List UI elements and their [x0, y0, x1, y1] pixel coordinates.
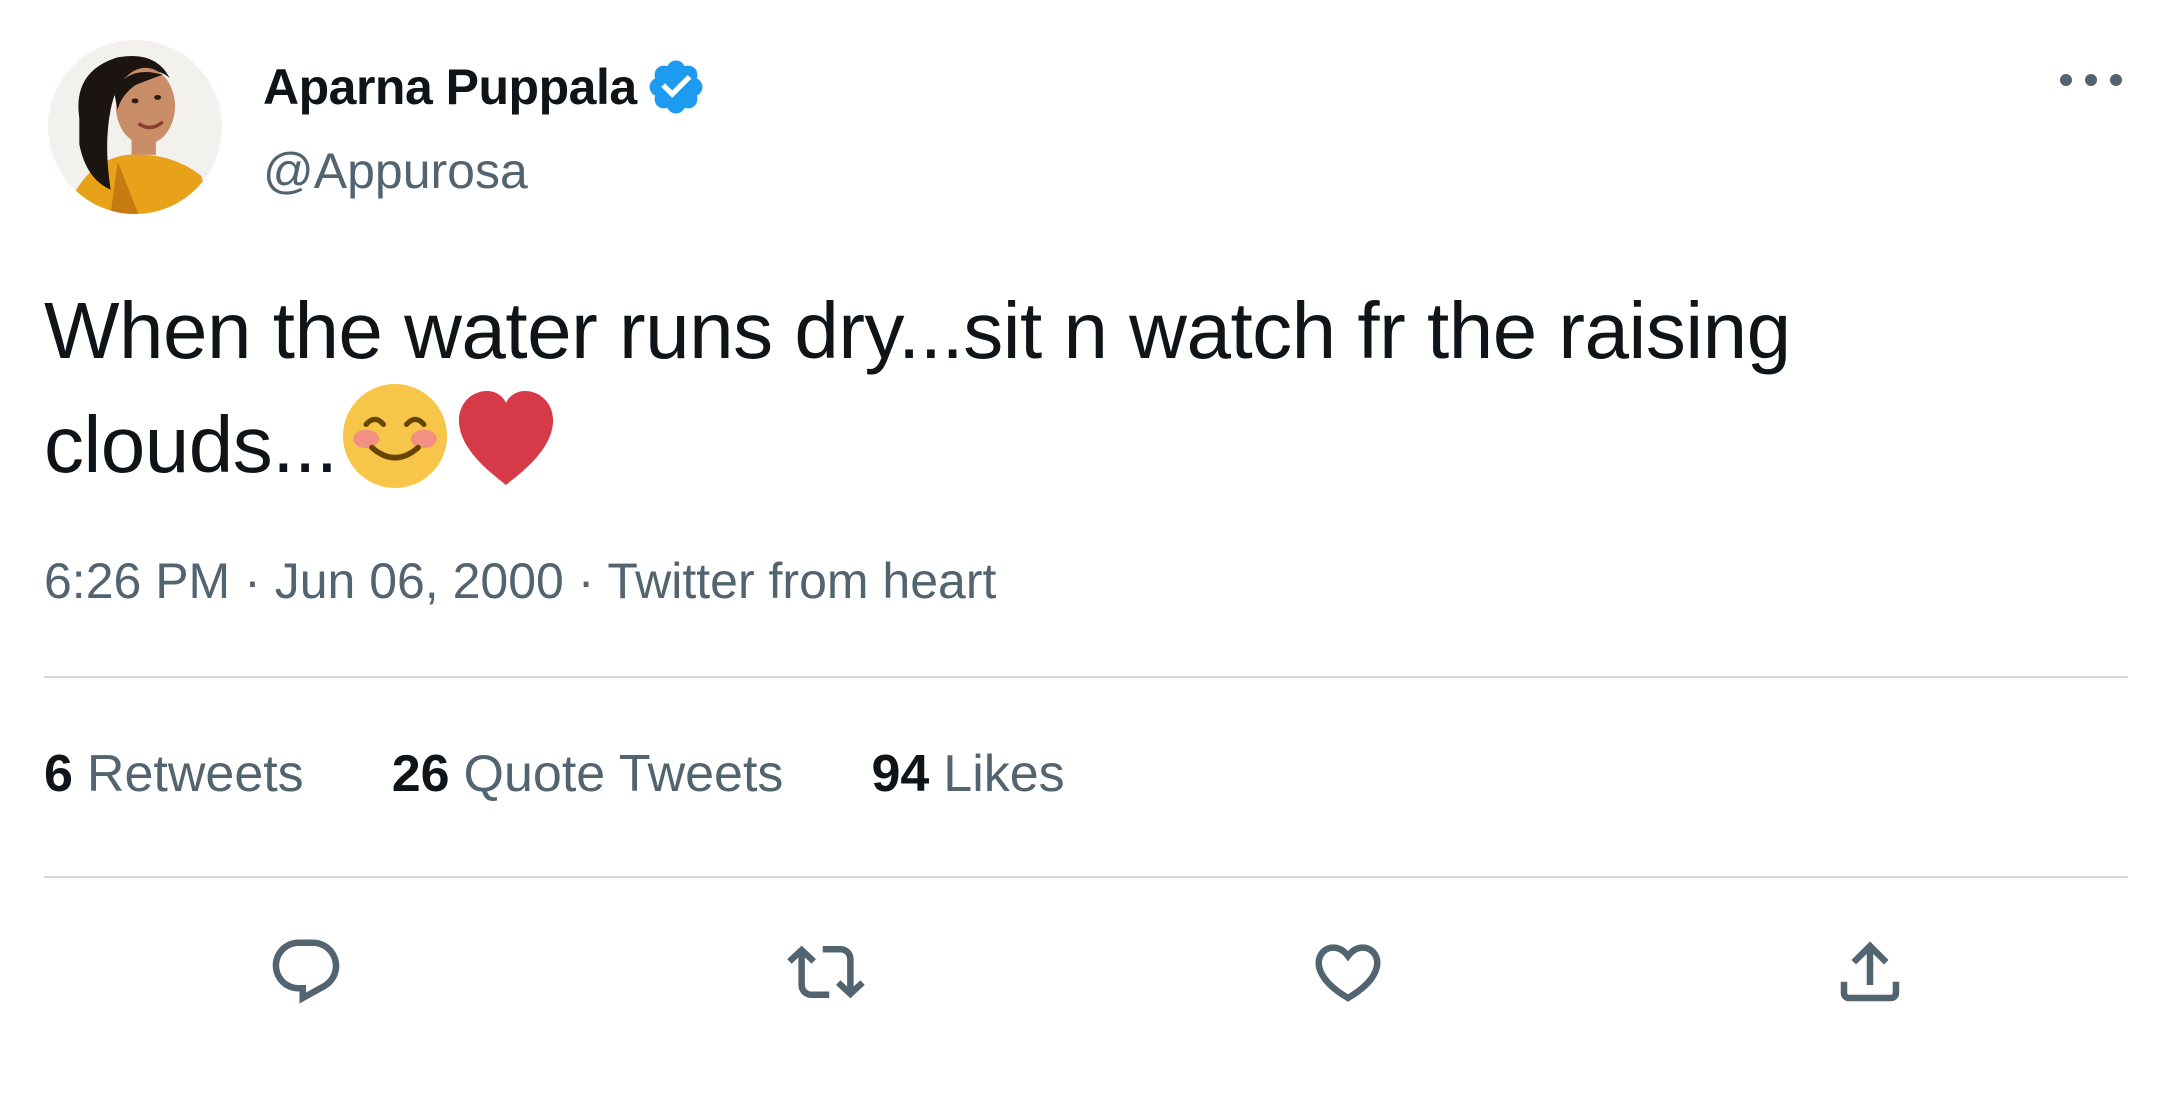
like-button[interactable]	[1308, 932, 1388, 1012]
meta-separator: ·	[577, 553, 595, 609]
retweet-icon	[787, 945, 865, 999]
smiling-face-emoji-icon	[343, 384, 448, 488]
retweet-button[interactable]	[786, 932, 866, 1012]
meta-separator: ·	[244, 553, 261, 609]
more-dot	[2110, 74, 2122, 86]
tweet-text-content: When the water runs dry...sit n watch fr…	[44, 286, 1791, 489]
author-handle[interactable]: @Appurosa	[263, 142, 528, 200]
like-icon	[1315, 944, 1381, 1002]
likes-count: 94	[871, 745, 930, 803]
engagement-stats: 6 Retweets 26 Quote Tweets 94 Likes	[44, 744, 1153, 804]
reply-button[interactable]	[266, 932, 346, 1012]
more-dot	[2085, 74, 2097, 86]
share-button[interactable]	[1830, 932, 1910, 1012]
more-options-icon[interactable]	[2060, 68, 2122, 92]
tweet-text: When the water runs dry...sit n watch fr…	[44, 278, 2084, 498]
retweets-count: 6	[44, 745, 73, 803]
tweet-date[interactable]: Jun 06, 2000	[275, 553, 564, 609]
tweet-meta: 6:26 PM · Jun 06, 2000 · Twitter from he…	[44, 552, 996, 610]
divider	[44, 676, 2128, 678]
verified-badge-icon	[649, 60, 703, 114]
reply-icon	[272, 939, 340, 1004]
action-bar	[0, 932, 2162, 1012]
avatar[interactable]	[48, 40, 222, 214]
likes-stat[interactable]: 94 Likes	[871, 744, 1064, 804]
more-dot	[2060, 74, 2072, 86]
likes-label: Likes	[943, 745, 1065, 803]
author-name[interactable]: Aparna Puppala	[263, 58, 637, 116]
share-icon	[1840, 941, 1900, 1002]
avatar-photo	[48, 40, 222, 214]
quote-tweets-stat[interactable]: 26 Quote Tweets	[392, 744, 784, 804]
quote-tweets-count: 26	[391, 745, 450, 803]
divider	[44, 876, 2128, 878]
retweets-stat[interactable]: 6 Retweets	[44, 744, 304, 804]
tweet-time[interactable]: 6:26 PM	[44, 553, 230, 609]
tweet-source[interactable]: Twitter from heart	[607, 553, 996, 609]
quote-tweets-label: Quote Tweets	[463, 745, 784, 803]
retweets-label: Retweets	[86, 745, 304, 803]
red-heart-emoji-icon	[459, 390, 554, 486]
